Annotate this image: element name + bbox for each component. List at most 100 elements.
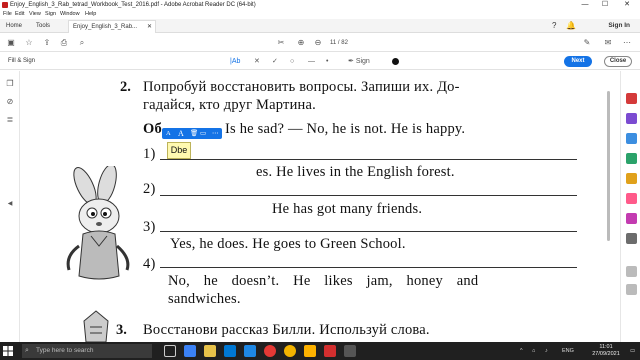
save-icon[interactable]: ▣ xyxy=(6,38,16,48)
tray-up-icon[interactable]: ^ xyxy=(520,342,523,360)
maximize-button[interactable]: ☐ xyxy=(600,0,610,10)
cross-mark-icon[interactable]: ✕ xyxy=(254,53,260,70)
volume-icon[interactable]: ♪ xyxy=(545,342,548,360)
acrobat-window: Enjoy_English_3_Rab_tetrad_Workbook_Test… xyxy=(0,0,640,360)
search-icon[interactable]: ⌕ xyxy=(77,38,87,48)
item1-number: 1) xyxy=(143,146,156,162)
item1-answer-line xyxy=(160,159,577,160)
close-window-button[interactable]: ✕ xyxy=(622,0,632,10)
notification-center-icon[interactable]: ▭ xyxy=(630,342,635,360)
attachment-icon[interactable]: ⊘ xyxy=(5,97,15,107)
windows-taskbar: ⌕ Type here to search ^ ⌂ ♪ ENG 11:01 27… xyxy=(0,342,640,360)
mail-icon[interactable] xyxy=(244,345,256,357)
menu-file[interactable]: File xyxy=(3,10,12,19)
add-text-tool[interactable]: |Ab xyxy=(230,53,240,70)
tab-document[interactable]: Enjoy_English_3_Rab... ✕ xyxy=(68,20,156,33)
circle-icon[interactable]: ○ xyxy=(290,53,294,70)
task-view-icon[interactable] xyxy=(164,345,176,357)
opera-icon[interactable] xyxy=(264,345,276,357)
menu-help[interactable]: Help xyxy=(85,10,96,19)
pages-icon[interactable]: ❐ xyxy=(5,79,15,89)
page-down-icon[interactable]: ⊖ xyxy=(313,38,323,48)
field-type-icon[interactable]: ▭ xyxy=(200,129,206,138)
edit-pdf-icon[interactable] xyxy=(626,113,637,124)
main-toolbar: ▣ ☆ ⇪ ⎙ ⌕ ✂ ⊕ ⊖ 11 / 82 ✎ ✉ ⋯ xyxy=(0,33,640,52)
taskbar-search[interactable]: ⌕ Type here to search xyxy=(22,344,152,358)
decrease-font-icon[interactable]: A xyxy=(166,129,171,138)
notifications-icon[interactable]: 🔔 xyxy=(566,19,576,33)
edge-icon[interactable] xyxy=(184,345,196,357)
taskbar-search-placeholder: Type here to search xyxy=(36,347,94,354)
layers-icon[interactable]: ≣ xyxy=(5,115,15,125)
fill-sign-icon[interactable] xyxy=(626,213,637,224)
edit-icon[interactable]: ✎ xyxy=(582,38,592,48)
acrobat-icon xyxy=(2,2,8,8)
line-icon[interactable]: — xyxy=(308,53,315,70)
close-button[interactable]: Close xyxy=(604,56,632,67)
search-icon: ⌕ xyxy=(25,347,29,354)
example-text: Is he sad? — No, he is not. He is happy. xyxy=(225,121,466,137)
more-icon[interactable]: ⋯ xyxy=(622,38,632,48)
title-bar: Enjoy_English_3_Rab_tetrad_Workbook_Test… xyxy=(0,0,640,10)
document-page[interactable]: 2. Попробуй восстановить вопросы. Запиши… xyxy=(20,71,620,342)
sign-in-button[interactable]: Sign In xyxy=(608,19,630,33)
tab-home[interactable]: Home xyxy=(6,19,22,33)
page-indicator[interactable]: 11 / 82 xyxy=(330,38,348,48)
rabbit-illustration xyxy=(66,166,130,280)
menu-view[interactable]: View xyxy=(29,10,41,19)
upload-icon[interactable]: ⇪ xyxy=(42,38,52,48)
increase-font-icon[interactable]: A xyxy=(178,129,184,138)
more-options-icon[interactable]: ⋯ xyxy=(212,129,219,138)
example-prefix: Об xyxy=(143,121,162,137)
store-icon[interactable] xyxy=(224,345,236,357)
scrollbar-thumb[interactable] xyxy=(607,91,610,241)
tab-tools[interactable]: Tools xyxy=(36,19,50,33)
help-icon[interactable]: ? xyxy=(552,19,556,33)
network-icon[interactable]: ⌂ xyxy=(532,342,535,360)
bookmark-icon[interactable]: ☆ xyxy=(24,38,34,48)
task2-number: 2. xyxy=(120,79,131,95)
text-annotation-field[interactable]: Dbe xyxy=(167,142,191,159)
current-page[interactable]: 11 xyxy=(330,40,336,46)
combine-files-icon[interactable] xyxy=(626,173,637,184)
zoom-in-icon[interactable] xyxy=(626,266,637,277)
language-indicator[interactable]: ENG xyxy=(562,342,574,360)
system-clock[interactable]: 11:01 27/09/2021 xyxy=(586,344,626,358)
protect-icon[interactable] xyxy=(626,193,637,204)
more-tools-icon[interactable] xyxy=(626,233,637,244)
scissors-icon[interactable]: ✂ xyxy=(276,38,286,48)
file-explorer-icon[interactable] xyxy=(204,345,216,357)
close-tab-icon[interactable]: ✕ xyxy=(147,21,152,33)
collapse-left-icon[interactable]: ◀ xyxy=(5,199,15,209)
folder-icon[interactable] xyxy=(304,345,316,357)
share-icon[interactable]: ✉ xyxy=(603,38,613,48)
right-rail xyxy=(620,71,640,342)
menu-bar: File Edit View Sign Window Help xyxy=(0,10,640,19)
item3-answer: Yes, he does. He goes to Green School. xyxy=(170,236,406,252)
zoom-out-icon[interactable] xyxy=(626,284,637,295)
delete-icon[interactable]: 🗑 xyxy=(190,129,198,138)
task3-text: Восстанови рассказ Билли. Используй слов… xyxy=(143,322,430,338)
menu-window[interactable]: Window xyxy=(60,10,80,19)
app-icon[interactable] xyxy=(344,345,356,357)
menu-sign[interactable]: Sign xyxy=(45,10,56,19)
organize-pages-icon[interactable] xyxy=(626,153,637,164)
page-up-icon[interactable]: ⊕ xyxy=(296,38,306,48)
chrome-icon[interactable] xyxy=(284,345,296,357)
fill-sign-label: Fill & Sign xyxy=(8,58,36,64)
windows-start-icon[interactable] xyxy=(3,346,13,356)
check-mark-icon[interactable]: ✓ xyxy=(272,53,278,70)
export-pdf-icon[interactable] xyxy=(626,93,637,104)
next-button[interactable]: Next xyxy=(564,56,592,67)
minimize-button[interactable]: — xyxy=(580,0,590,10)
annotation-toolbar: A A 🗑 ▭ ⋯ xyxy=(162,128,222,139)
sign-icon[interactable]: ✒ Sign xyxy=(348,53,370,70)
acrobat-taskbar-icon[interactable] xyxy=(324,345,336,357)
color-picker-icon[interactable] xyxy=(392,58,399,65)
menu-edit[interactable]: Edit xyxy=(15,10,24,19)
dot-icon[interactable]: • xyxy=(326,53,328,70)
comment-icon[interactable] xyxy=(626,133,637,144)
print-icon[interactable]: ⎙ xyxy=(59,38,69,48)
item4-answer-line2: sandwiches. xyxy=(168,291,241,307)
vertical-scrollbar[interactable] xyxy=(606,71,611,342)
